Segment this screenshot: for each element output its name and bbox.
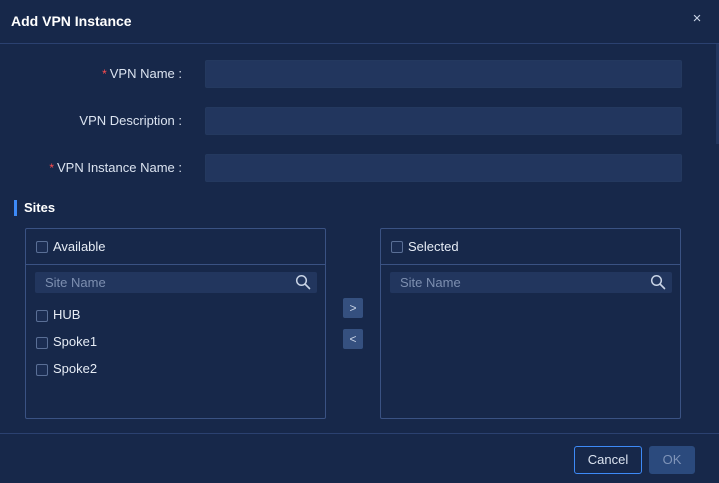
hub-checkbox[interactable]	[36, 310, 48, 322]
list-item-label: Spoke2	[53, 361, 98, 376]
search-icon[interactable]	[650, 274, 666, 290]
vpn-instance-name-label-text: VPN Instance Name :	[57, 160, 182, 175]
vpn-instance-name-row: * VPN Instance Name :	[0, 154, 719, 182]
search-icon[interactable]	[295, 274, 311, 290]
move-left-button[interactable]: <	[343, 329, 363, 349]
spoke2-checkbox[interactable]	[36, 364, 48, 376]
available-panel-header: Available	[26, 229, 325, 265]
vpn-name-label-text: VPN Name :	[109, 66, 182, 81]
close-icon[interactable]: ×	[688, 10, 706, 28]
list-item-label: Spoke1	[53, 334, 98, 349]
available-select-all-checkbox[interactable]	[36, 241, 48, 253]
list-item-label: HUB	[53, 307, 81, 322]
available-sites-panel: Available HUB Spoke1 Spoke2	[25, 228, 326, 419]
dialog-footer: Cancel OK	[0, 433, 719, 483]
selected-sites-panel: Selected	[380, 228, 681, 419]
vpn-description-row: VPN Description :	[0, 107, 719, 135]
vpn-instance-name-input[interactable]	[205, 154, 682, 182]
available-search-box	[35, 272, 317, 293]
selected-panel-title: Selected	[408, 239, 459, 254]
selected-search-input[interactable]	[390, 272, 650, 293]
available-search-input[interactable]	[35, 272, 295, 293]
required-mark: *	[102, 67, 107, 81]
vpn-description-label: VPN Description :	[79, 113, 182, 128]
move-right-button[interactable]: >	[343, 298, 363, 318]
selected-search-box	[390, 272, 672, 293]
vpn-name-label: * VPN Name :	[102, 66, 182, 81]
list-item-spoke1[interactable]: Spoke1	[35, 332, 235, 352]
sites-section-title: Sites	[14, 200, 55, 216]
vpn-description-input[interactable]	[205, 107, 682, 135]
list-item-hub[interactable]: HUB	[35, 305, 235, 325]
selected-select-all-checkbox[interactable]	[391, 241, 403, 253]
available-panel-title: Available	[53, 239, 106, 254]
dialog-title: Add VPN Instance	[11, 13, 132, 29]
required-mark: *	[49, 161, 54, 175]
add-vpn-instance-dialog: Add VPN Instance × * VPN Name : VPN Descr…	[0, 0, 719, 483]
vpn-instance-name-label: * VPN Instance Name :	[49, 160, 182, 175]
selected-panel-header: Selected	[381, 229, 680, 265]
cancel-button[interactable]: Cancel	[574, 446, 642, 474]
ok-button[interactable]: OK	[649, 446, 695, 474]
spoke1-checkbox[interactable]	[36, 337, 48, 349]
list-item-spoke2[interactable]: Spoke2	[35, 359, 235, 379]
vpn-name-row: * VPN Name :	[0, 60, 719, 88]
dialog-title-bar: Add VPN Instance ×	[0, 0, 719, 44]
vpn-name-input[interactable]	[205, 60, 682, 88]
